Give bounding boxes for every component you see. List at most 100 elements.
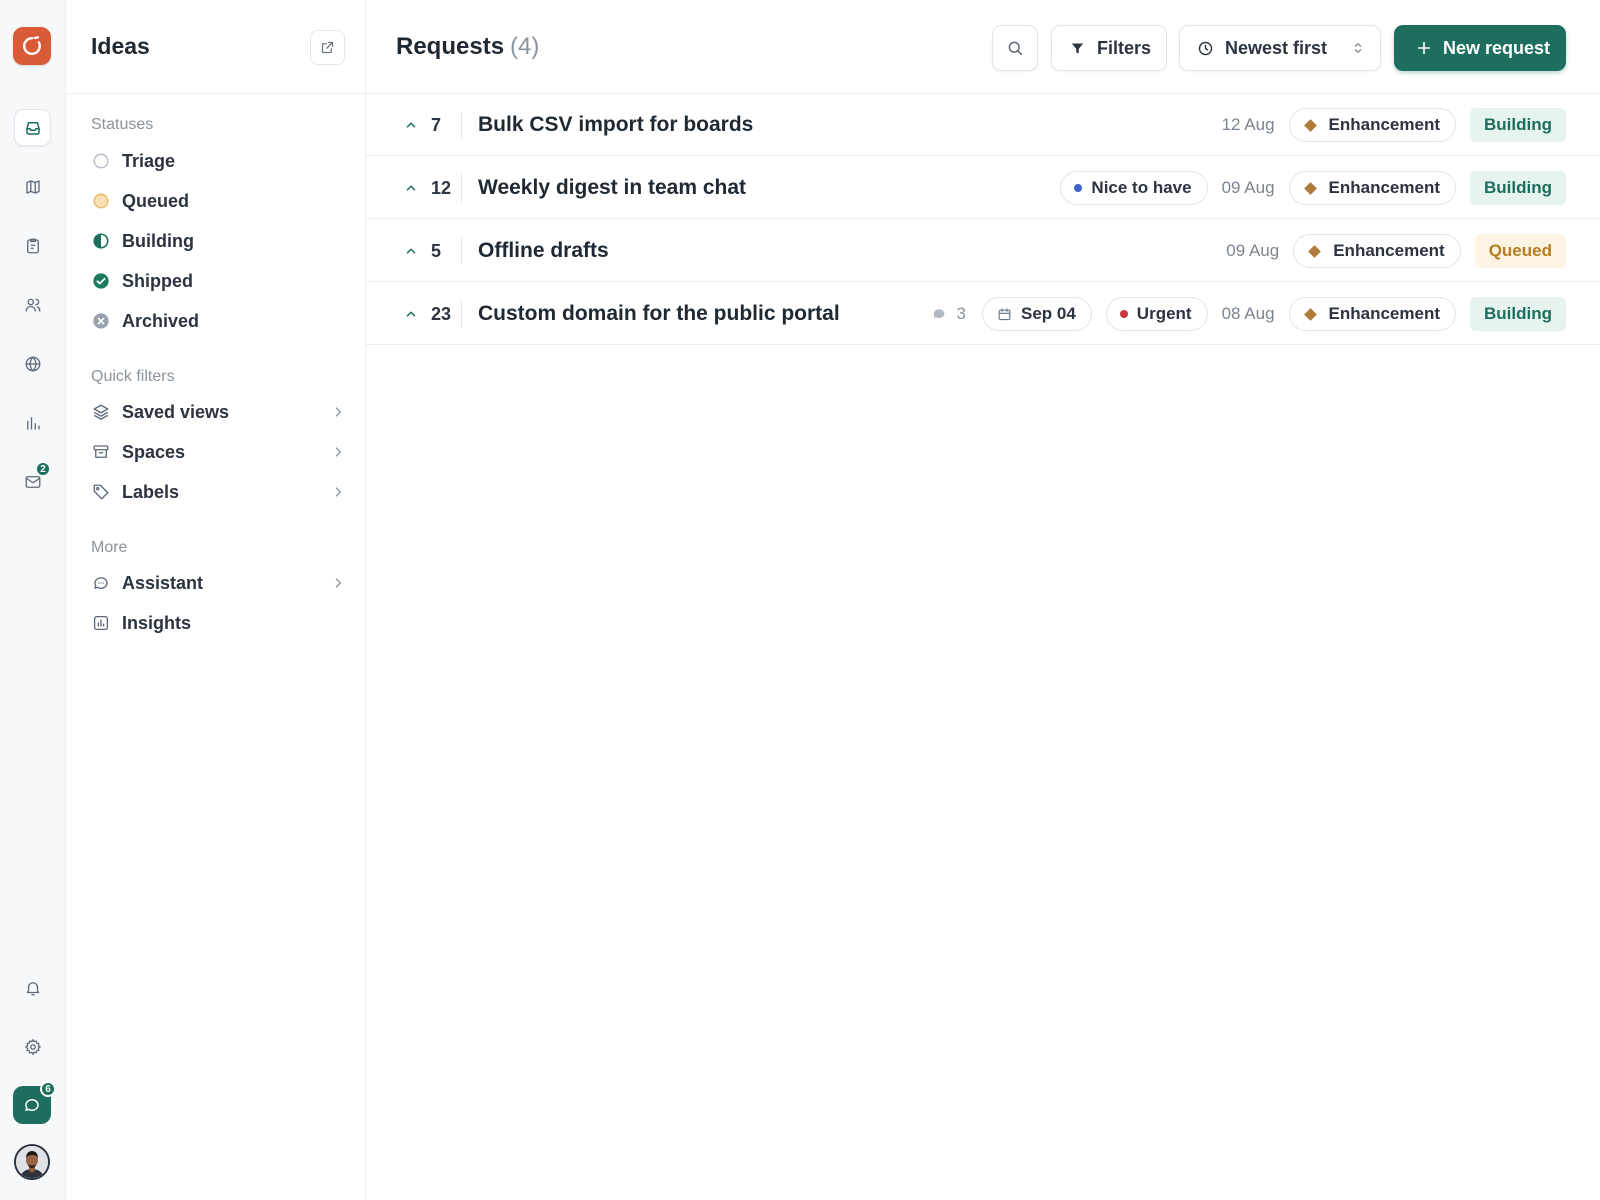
comment-count[interactable]: 3: [931, 304, 966, 324]
sidebar-item-label: Building: [122, 230, 194, 251]
priority-label: Urgent: [1136, 304, 1192, 323]
status-badge[interactable]: Building: [1470, 108, 1566, 142]
created-date: 12 Aug: [1221, 115, 1275, 134]
comment-icon: [933, 309, 944, 319]
diamond-icon: [1303, 307, 1317, 321]
rail-settings-button[interactable]: [14, 1028, 51, 1065]
table-row[interactable]: 7 Bulk CSV import for boards 12 Aug Enha…: [366, 94, 1600, 156]
rail-mail-button[interactable]: 2: [14, 461, 51, 500]
table-row[interactable]: 12 Weekly digest in team chat Nice to ha…: [366, 157, 1600, 219]
request-title[interactable]: Custom domain for the public portal: [478, 283, 840, 345]
sidebar-item-saved-views[interactable]: Saved views: [91, 396, 345, 428]
status-badge[interactable]: Building: [1470, 171, 1566, 205]
vote-count: 23: [431, 303, 452, 324]
priority-dot: [1119, 310, 1128, 318]
category-pill[interactable]: Enhancement: [1288, 171, 1457, 205]
chevron-right-icon: [331, 445, 345, 459]
sidebar-item-shipped[interactable]: Shipped: [91, 265, 345, 297]
map-icon: [25, 179, 40, 194]
new-request-button[interactable]: New request: [1394, 25, 1566, 71]
sidebar-item-label: Triage: [122, 150, 176, 171]
sidebar-item-triage[interactable]: Triage: [91, 145, 345, 177]
comment-count-text: 3: [956, 304, 966, 323]
diamond-icon: [1303, 118, 1317, 132]
sidebar-item-assistant[interactable]: Assistant: [91, 567, 345, 599]
filter-icon: [1071, 43, 1084, 53]
sort-select[interactable]: Newest first: [1179, 25, 1381, 71]
upvote-button[interactable]: [404, 283, 418, 345]
page-title: Requests (4): [396, 33, 539, 61]
statuses-heading: Statuses: [91, 116, 154, 133]
vote-count: 12: [431, 177, 452, 198]
sidebar-header: Ideas: [66, 0, 365, 94]
circle-half-icon: [91, 231, 111, 251]
due-date-pill[interactable]: Sep 04: [981, 297, 1092, 331]
request-title[interactable]: Weekly digest in team chat: [478, 157, 746, 219]
status-badge[interactable]: Queued: [1474, 234, 1566, 268]
rail-people-button[interactable]: [14, 286, 51, 323]
category-pill[interactable]: Enhancement: [1288, 108, 1457, 142]
table-row[interactable]: 5 Offline drafts 09 Aug Enhancement Queu…: [366, 220, 1600, 282]
sidebar-item-spaces[interactable]: Spaces: [91, 436, 345, 468]
sidebar-item-labels[interactable]: Labels: [91, 476, 345, 508]
search-button[interactable]: [992, 25, 1038, 71]
app-logo[interactable]: [13, 27, 51, 65]
rail-analytics-button[interactable]: [14, 404, 51, 441]
rail-tasks-button[interactable]: [14, 227, 51, 264]
vote-divider: [461, 174, 462, 202]
upvote-button[interactable]: [404, 94, 418, 156]
support-chat-button[interactable]: 6: [13, 1081, 56, 1124]
tag-icon: [91, 482, 111, 502]
rail-portal-button[interactable]: [14, 345, 51, 382]
app-rail: 2 6: [0, 0, 66, 1200]
priority-dot: [1074, 184, 1083, 192]
quick-filters-heading: Quick filters: [91, 368, 175, 385]
upvote-button[interactable]: [404, 220, 418, 282]
archive-box-icon: [91, 442, 111, 462]
table-row[interactable]: 23 Custom domain for the public portal 3…: [366, 283, 1600, 345]
sidebar-item-queued[interactable]: Queued: [91, 185, 345, 217]
rail-map-button[interactable]: [14, 168, 51, 205]
sidebar-item-building[interactable]: Building: [91, 225, 345, 257]
request-title[interactable]: Bulk CSV import for boards: [478, 94, 753, 156]
created-date: 09 Aug: [1226, 241, 1280, 260]
rail-notifications-button[interactable]: [14, 969, 51, 1006]
request-meta: 12 Aug Enhancement Building: [1222, 94, 1566, 156]
open-external-button[interactable]: [310, 30, 345, 65]
upvote-button[interactable]: [404, 157, 418, 219]
chevron-right-icon: [331, 576, 345, 590]
vote-count: 5: [431, 240, 442, 261]
layers-icon: [91, 402, 111, 422]
category-label: Enhancement: [1328, 304, 1441, 323]
chevron-right-icon: [331, 405, 345, 419]
chevron-up-icon: [406, 185, 416, 191]
users-icon: [25, 298, 40, 312]
rail-inbox-button[interactable]: [14, 109, 51, 146]
search-icon: [1008, 41, 1023, 56]
request-title[interactable]: Offline drafts: [478, 220, 609, 282]
status-badge[interactable]: Building: [1470, 297, 1566, 331]
filters-button[interactable]: Filters: [1051, 25, 1167, 71]
inbox-icon: [25, 121, 40, 135]
created-date: 09 Aug: [1221, 178, 1275, 197]
page-title-text: Requests: [396, 33, 505, 60]
sidebar-item-archived[interactable]: Archived: [91, 305, 345, 337]
filters-label: Filters: [1097, 37, 1152, 58]
category-pill[interactable]: Enhancement: [1293, 234, 1461, 268]
vote-divider: [461, 300, 462, 328]
priority-pill[interactable]: Nice to have: [1060, 171, 1208, 205]
priority-pill[interactable]: Urgent: [1105, 297, 1208, 331]
new-request-label: New request: [1443, 37, 1551, 58]
chat-badge: 6: [40, 1081, 56, 1097]
sidebar-item-label: Saved views: [122, 401, 230, 422]
user-avatar[interactable]: [14, 1144, 50, 1180]
diamond-icon: [1308, 244, 1322, 258]
sidebar-item-insights[interactable]: Insights: [91, 607, 345, 639]
sidebar-item-label: Insights: [122, 612, 192, 633]
sidebar: Ideas Statuses Triage Queued Building Sh…: [66, 0, 366, 1200]
category-pill[interactable]: Enhancement: [1288, 297, 1457, 331]
vote-count: 7: [431, 114, 442, 135]
sidebar-item-label: Shipped: [122, 270, 193, 291]
bar-chart-icon: [26, 416, 40, 430]
sort-label: Newest first: [1225, 37, 1328, 58]
